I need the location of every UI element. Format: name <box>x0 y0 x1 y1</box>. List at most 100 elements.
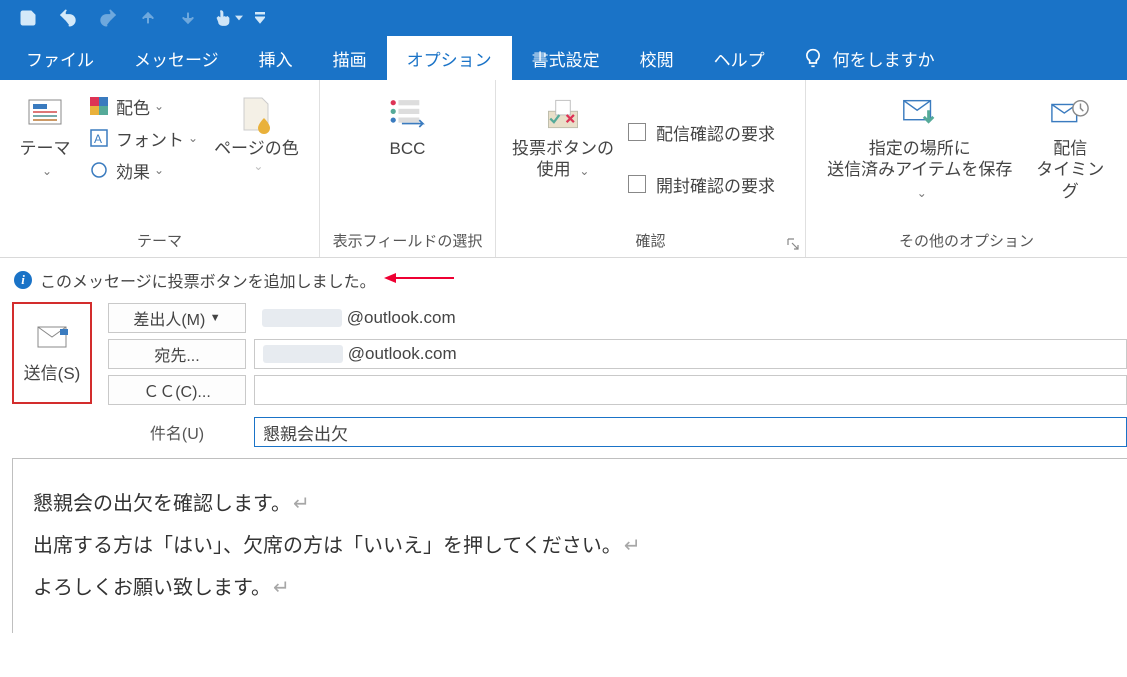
effects-button[interactable]: 効果 ⌄ <box>84 154 202 186</box>
to-domain: @outlook.com <box>348 344 457 364</box>
fonts-label: フォント <box>116 126 184 151</box>
tab-file[interactable]: ファイル <box>6 36 114 80</box>
paragraph-mark-icon: ↵ <box>624 535 641 557</box>
from-button[interactable]: 差出人(M) ▼ <box>108 303 246 333</box>
ribbon: テーマ ⌄ 配色 ⌄ A フォント ⌄ 効果 ⌄ <box>0 80 1127 258</box>
delay-label-1: 配信 <box>1053 139 1087 158</box>
tab-options[interactable]: オプション <box>387 36 512 80</box>
qat-customise-icon[interactable] <box>246 0 274 36</box>
body-line-1: 懇親会の出欠を確認します。 <box>33 493 291 515</box>
group-tracking: 投票ボタンの使用 ⌄ 配信確認の要求 開封確認の要求 確認 <box>496 80 806 257</box>
from-label: 差出人(M) <box>133 306 205 330</box>
message-body[interactable]: 懇親会の出欠を確認します。 ↵ 出席する方は「はい」、欠席の方は「いいえ」を押して… <box>12 458 1127 633</box>
from-value: @outlook.com <box>254 308 1127 328</box>
fonts-icon: A <box>88 127 110 149</box>
to-button[interactable]: 宛先... <box>108 339 246 369</box>
voting-label-2: 使用 <box>537 160 571 179</box>
chevron-down-icon: ⌄ <box>579 164 589 178</box>
info-icon: i <box>14 271 32 289</box>
page-color-label: ページの色 <box>214 138 299 159</box>
svg-text:A: A <box>94 132 102 146</box>
request-read-label: 開封確認の要求 <box>656 172 775 197</box>
send-label: 送信(S) <box>24 359 81 384</box>
request-delivery-label: 配信確認の要求 <box>656 120 775 145</box>
touch-mode-dropdown-icon[interactable] <box>232 14 246 22</box>
checkbox-icon <box>628 123 646 141</box>
body-line-3: よろしくお願い致します。 <box>33 577 271 599</box>
effects-label: 効果 <box>116 158 150 183</box>
from-domain: @outlook.com <box>347 308 456 328</box>
to-field[interactable]: @outlook.com <box>254 339 1127 369</box>
send-button[interactable]: 送信(S) <box>12 302 92 404</box>
delay-delivery-icon <box>1050 94 1090 134</box>
effects-icon <box>88 159 110 181</box>
tab-message[interactable]: メッセージ <box>114 36 239 80</box>
cc-button[interactable]: ＣＣ(C)... <box>108 375 246 405</box>
save-icon[interactable] <box>8 0 48 36</box>
group-show-fields: BCC 表示フィールドの選択 <box>320 80 496 257</box>
save-sent-to-button[interactable]: 指定の場所に送信済みアイテムを保存 ⌄ <box>816 90 1024 206</box>
page-color-button[interactable]: ページの色 ⌄ <box>208 90 305 177</box>
lightbulb-icon <box>803 48 823 68</box>
group-label-themes: テーマ <box>10 226 309 255</box>
colors-icon <box>88 95 110 117</box>
group-label-more: その他のオプション <box>816 226 1117 255</box>
group-more-options: 指定の場所に送信済みアイテムを保存 ⌄ 配信タイミング その他のオプション <box>806 80 1127 257</box>
save-sent-label-1: 指定の場所に <box>869 139 971 158</box>
delay-label-2: タイミング <box>1036 160 1104 200</box>
tell-me-search[interactable]: 何をしますか <box>803 36 935 80</box>
chevron-down-icon: ▼ <box>210 312 221 324</box>
redo-icon[interactable] <box>88 0 128 36</box>
group-themes: テーマ ⌄ 配色 ⌄ A フォント ⌄ 効果 ⌄ <box>0 80 320 257</box>
title-bar <box>0 0 1127 36</box>
dialog-launcher-icon[interactable] <box>787 237 801 251</box>
bcc-label: BCC <box>390 138 426 159</box>
voting-label-1: 投票ボタンの <box>512 139 614 158</box>
themes-icon <box>25 94 65 134</box>
tab-help[interactable]: ヘルプ <box>694 36 785 80</box>
send-icon <box>32 323 72 351</box>
fonts-button[interactable]: A フォント ⌄ <box>84 122 202 154</box>
themes-label: テーマ <box>20 139 71 158</box>
colors-button[interactable]: 配色 ⌄ <box>84 90 202 122</box>
tab-insert[interactable]: 挿入 <box>239 36 313 80</box>
chevron-down-icon: ⌄ <box>154 99 164 113</box>
save-sent-label-2: 送信済みアイテムを保存 <box>827 160 1012 179</box>
save-sent-icon <box>900 94 940 134</box>
subject-label: 件名(U) <box>108 420 246 444</box>
tell-me-label: 何をしますか <box>833 46 935 71</box>
subject-field[interactable] <box>254 417 1127 447</box>
group-label-tracking: 確認 <box>506 226 795 255</box>
prev-item-icon[interactable] <box>128 0 168 36</box>
page-color-icon <box>236 94 276 134</box>
compose-header: 送信(S) 差出人(M) ▼ @outlook.com 宛先... @outlo… <box>0 298 1127 448</box>
chevron-down-icon: ⌄ <box>154 163 164 177</box>
request-read-checkbox[interactable]: 開封確認の要求 <box>628 167 775 201</box>
undo-icon[interactable] <box>48 0 88 36</box>
bcc-button[interactable]: BCC <box>375 90 441 163</box>
paragraph-mark-icon: ↵ <box>273 577 290 599</box>
chevron-down-icon: ⌄ <box>917 186 927 200</box>
cc-field[interactable] <box>254 375 1127 405</box>
info-bar: i このメッセージに投票ボタンを追加しました。 <box>0 258 1127 298</box>
chevron-down-icon: ⌄ <box>188 131 198 145</box>
colors-label: 配色 <box>116 94 150 119</box>
annotation-arrow-icon <box>384 271 454 289</box>
tab-draw[interactable]: 描画 <box>313 36 387 80</box>
body-line-2: 出席する方は「はい」、欠席の方は「いいえ」を押してください。 <box>33 535 622 557</box>
voting-button[interactable]: 投票ボタンの使用 ⌄ <box>506 90 620 185</box>
chevron-down-icon: ⌄ <box>253 159 263 173</box>
group-label-fields: 表示フィールドの選択 <box>330 226 485 255</box>
voting-icon <box>543 94 583 134</box>
request-delivery-checkbox[interactable]: 配信確認の要求 <box>628 115 775 149</box>
next-item-icon[interactable] <box>168 0 208 36</box>
checkbox-icon <box>628 175 646 193</box>
info-bar-text: このメッセージに投票ボタンを追加しました。 <box>40 268 376 292</box>
bcc-icon <box>388 94 428 134</box>
themes-button[interactable]: テーマ ⌄ <box>10 90 80 185</box>
chevron-down-icon: ⌄ <box>42 164 52 178</box>
ribbon-tabs: ファイル メッセージ 挿入 描画 オプション 書式設定 校閲 ヘルプ 何をします… <box>0 36 1127 80</box>
tab-format[interactable]: 書式設定 <box>512 36 620 80</box>
tab-review[interactable]: 校閲 <box>620 36 694 80</box>
delay-delivery-button[interactable]: 配信タイミング <box>1024 90 1117 206</box>
